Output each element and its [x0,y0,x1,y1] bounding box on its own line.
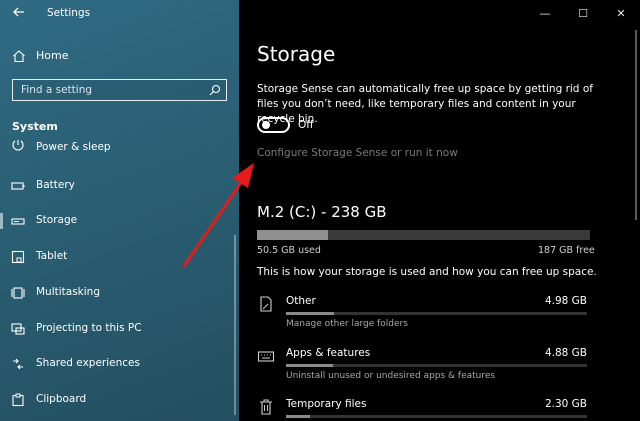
search-box[interactable] [12,79,227,101]
category-temporary-files[interactable]: Temporary files 2.30 GB [257,398,587,421]
maximize-button[interactable]: ☐ [564,0,602,26]
search-input[interactable] [13,80,203,100]
drive-usage-fill [257,230,328,240]
sidebar-item-label: Battery [36,179,75,191]
document-icon [260,296,272,312]
page-title: Storage [257,42,336,66]
category-other[interactable]: Other 4.98 GB Manage other large folders [257,295,587,335]
home-label: Home [36,49,69,62]
battery-icon [11,182,25,190]
sidebar-item-multitasking[interactable]: Multitasking [0,281,239,305]
storage-info-text: This is how your storage is used and how… [257,266,597,278]
category-subtitle: Uninstall unused or undesired apps & fea… [286,371,496,381]
configure-storage-sense-link[interactable]: Configure Storage Sense or run it now [257,147,458,159]
category-subtitle: Manage other large folders [286,319,408,329]
category-name: Apps & features [286,347,371,359]
search-icon[interactable] [208,83,222,97]
shared-experiences-icon [13,358,23,370]
sidebar-item-tablet[interactable]: Tablet [0,245,239,269]
category-size: 2.30 GB [544,398,587,410]
drive-title: M.2 (C:) - 238 GB [257,203,387,221]
window-controls: — ☐ ✕ [526,0,640,26]
drive-free-label: 187 GB free [538,245,595,256]
category-bar [286,415,587,418]
category-apps-features[interactable]: Apps & features 4.88 GB Uninstall unused… [257,347,587,387]
sidebar-item-power-sleep[interactable]: Power & sleep [0,140,239,156]
toggle-knob [262,121,270,129]
category-name: Other [286,295,316,307]
clipboard-icon [12,393,24,407]
multitasking-icon [11,287,25,299]
sidebar-item-label: Power & sleep [36,141,111,153]
sidebar-item-projecting[interactable]: Projecting to this PC [0,317,239,341]
category-bar-fill [286,364,333,367]
storage-sense-toggle[interactable] [257,117,290,133]
category-bar-fill [286,415,311,418]
category-size: 4.98 GB [544,295,587,307]
close-button[interactable]: ✕ [602,0,640,26]
toggle-state-label: Off [298,119,314,131]
power-icon [12,140,24,151]
sidebar-scrollbar[interactable] [234,235,236,415]
drive-used-label: 50.5 GB used [257,245,321,256]
main-scrollbar[interactable] [635,30,637,220]
main-content: — ☐ ✕ Storage Storage Sense can automati… [239,0,640,421]
sidebar-item-clipboard[interactable]: Clipboard [0,388,239,412]
home-icon [13,50,25,63]
sidebar-item-label: Clipboard [36,393,87,405]
keyboard-icon [257,351,275,362]
category-bar [286,312,587,315]
trash-icon [260,399,272,415]
drive-usage-bar [257,230,590,240]
category-bar [286,364,587,367]
sidebar-item-label: Multitasking [36,286,101,298]
storage-icon [11,218,25,225]
sidebar-item-label: Shared experiences [36,357,140,369]
tablet-icon [11,250,25,264]
nav-home[interactable]: Home [0,45,239,67]
selection-indicator [0,213,3,229]
section-header: System [12,120,58,133]
sidebar-item-storage[interactable]: Storage [0,209,239,233]
sidebar-item-label: Storage [36,214,78,226]
minimize-button[interactable]: — [526,0,564,26]
category-name: Temporary files [286,398,367,410]
sidebar-item-shared-experiences[interactable]: Shared experiences [0,352,239,376]
category-size: 4.88 GB [544,347,587,359]
back-arrow-icon[interactable] [12,5,26,19]
projecting-icon [11,323,25,335]
category-bar-fill [286,312,335,315]
app-title: Settings [47,7,91,19]
sidebar-item-label: Projecting to this PC [36,322,142,334]
sidebar: Settings Home System Power & sleep Batte… [0,0,239,421]
sidebar-item-battery[interactable]: Battery [0,174,239,198]
sidebar-item-label: Tablet [36,250,68,262]
